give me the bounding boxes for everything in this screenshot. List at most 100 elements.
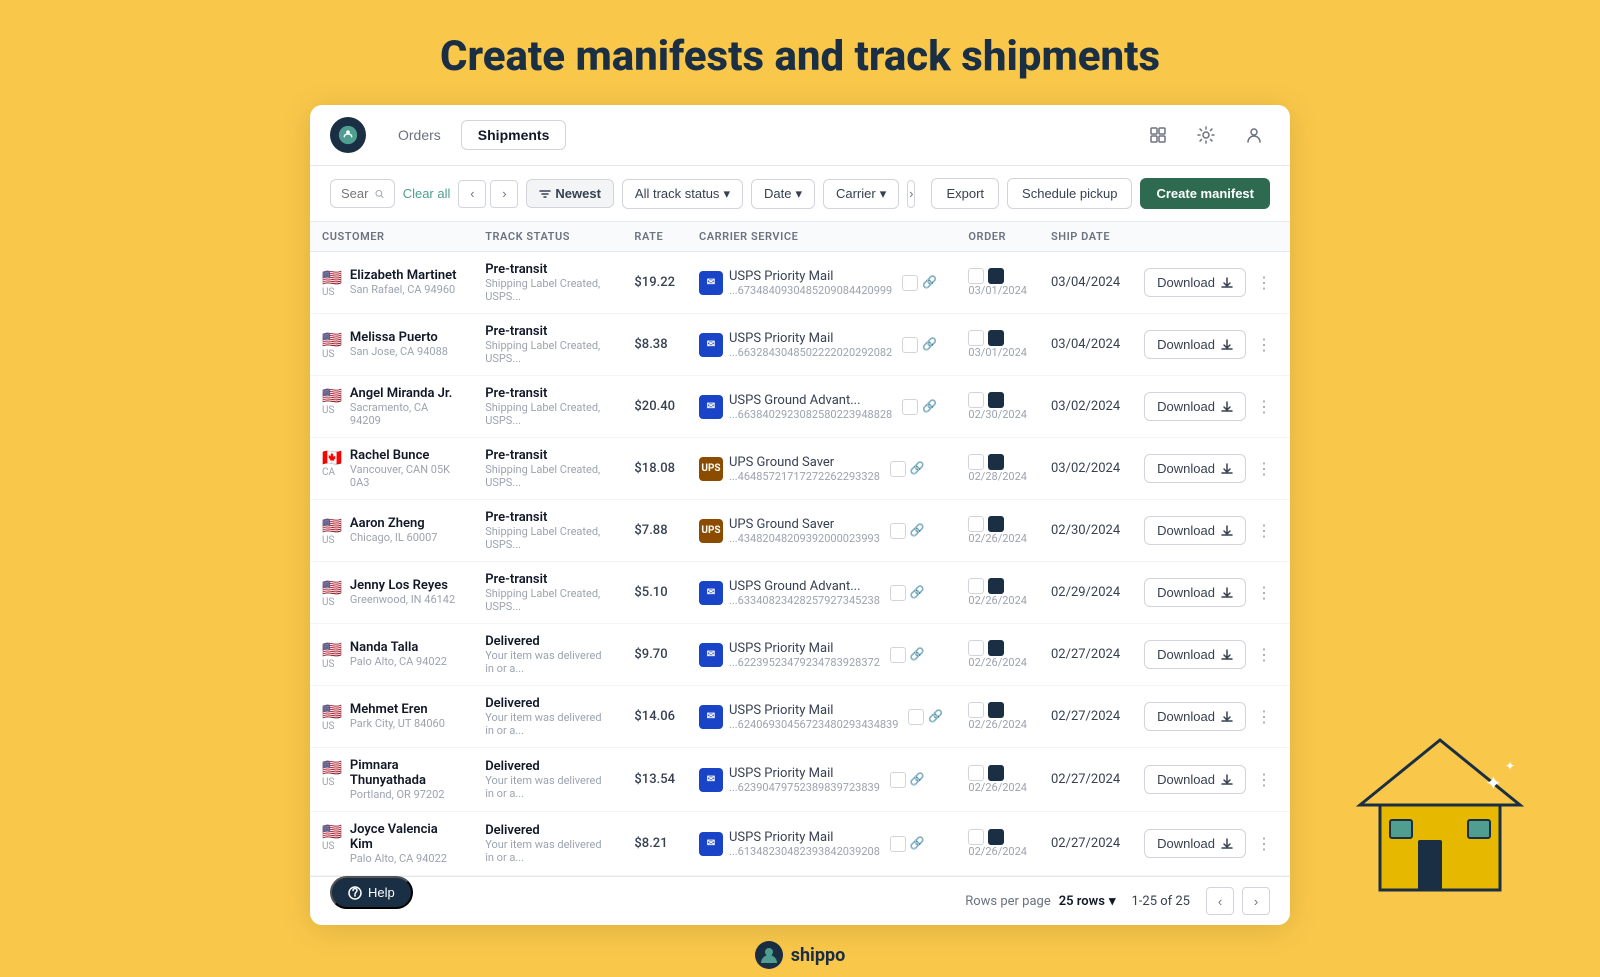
search-input[interactable] <box>341 186 369 201</box>
copy-tracking-icon-2[interactable] <box>902 399 918 415</box>
more-options-button-7[interactable]: ⋮ <box>1250 703 1278 731</box>
track-icon-5[interactable]: 🔗 <box>910 585 926 601</box>
rate-cell-5: $5.10 <box>622 562 687 624</box>
more-options-button-0[interactable]: ⋮ <box>1250 269 1278 297</box>
order-app-icon-6[interactable] <box>988 640 1004 656</box>
order-copy-icon-8[interactable] <box>968 765 984 781</box>
create-manifest-button[interactable]: Create manifest <box>1140 178 1270 209</box>
customer-cell-8: 🇺🇸 US Pimnara Thunyathada Portland, OR 9… <box>310 748 473 812</box>
copy-tracking-icon-7[interactable] <box>908 709 924 725</box>
grid-icon[interactable] <box>1142 119 1174 151</box>
more-options-button-4[interactable]: ⋮ <box>1250 517 1278 545</box>
order-copy-icon-4[interactable] <box>968 516 984 532</box>
order-copy-icon-9[interactable] <box>968 829 984 845</box>
more-options-button-5[interactable]: ⋮ <box>1250 579 1278 607</box>
download-button-7[interactable]: Download <box>1144 702 1246 731</box>
clear-all-button[interactable]: Clear all <box>403 186 451 201</box>
track-icon-1[interactable]: 🔗 <box>922 337 938 353</box>
copy-tracking-icon-4[interactable] <box>890 523 906 539</box>
more-options-button-8[interactable]: ⋮ <box>1250 766 1278 794</box>
more-options-button-2[interactable]: ⋮ <box>1250 393 1278 421</box>
tab-shipments[interactable]: Shipments <box>461 120 567 150</box>
order-copy-icon-1[interactable] <box>968 330 984 346</box>
order-app-icon-4[interactable] <box>988 516 1004 532</box>
user-icon[interactable] <box>1238 119 1270 151</box>
order-copy-icon-2[interactable] <box>968 392 984 408</box>
copy-tracking-icon-6[interactable] <box>890 647 906 663</box>
track-status-filter-button[interactable]: All track status ▾ <box>622 179 743 209</box>
track-icon-9[interactable]: 🔗 <box>910 836 926 852</box>
copy-tracking-icon-8[interactable] <box>890 772 906 788</box>
shipments-table: CUSTOMER TRACK STATUS RATE CARRIER SERVI… <box>310 222 1290 876</box>
track-icon-7[interactable]: 🔗 <box>928 709 944 725</box>
order-app-icon-9[interactable] <box>988 829 1004 845</box>
more-options-button-1[interactable]: ⋮ <box>1250 331 1278 359</box>
export-button[interactable]: Export <box>931 178 999 209</box>
more-options-button-6[interactable]: ⋮ <box>1250 641 1278 669</box>
prev-arrow-button[interactable]: ‹ <box>458 180 486 208</box>
order-app-icon-3[interactable] <box>988 454 1004 470</box>
actions-cell-7: Download ⋮ <box>1132 686 1290 748</box>
order-app-icon-7[interactable] <box>988 702 1004 718</box>
order-copy-icon-0[interactable] <box>968 268 984 284</box>
order-copy-icon-5[interactable] <box>968 578 984 594</box>
order-copy-icon-3[interactable] <box>968 454 984 470</box>
copy-tracking-icon-5[interactable] <box>890 585 906 601</box>
download-button-6[interactable]: Download <box>1144 640 1246 669</box>
download-icon-5 <box>1221 587 1233 599</box>
copy-tracking-icon-1[interactable] <box>902 337 918 353</box>
table-row: 🇺🇸 US Angel Miranda Jr. Sacramento, CA 9… <box>310 376 1290 438</box>
copy-tracking-icon-9[interactable] <box>890 836 906 852</box>
actions-cell-3: Download ⋮ <box>1132 438 1290 500</box>
sort-newest-button[interactable]: Newest <box>526 179 614 208</box>
search-box[interactable] <box>330 179 395 208</box>
more-options-button-9[interactable]: ⋮ <box>1250 830 1278 858</box>
track-icon-0[interactable]: 🔗 <box>922 275 938 291</box>
rate-cell-8: $13.54 <box>622 748 687 812</box>
customer-cell-4: 🇺🇸 US Aaron Zheng Chicago, IL 60007 <box>310 500 473 562</box>
prev-page-button[interactable]: ‹ <box>1206 887 1234 915</box>
customer-cell-2: 🇺🇸 US Angel Miranda Jr. Sacramento, CA 9… <box>310 376 473 438</box>
download-button-9[interactable]: Download <box>1144 829 1246 858</box>
nav-icons <box>1142 119 1270 151</box>
next-page-button[interactable]: › <box>1242 887 1270 915</box>
next-arrow-button[interactable]: › <box>490 180 518 208</box>
rows-per-page-select[interactable]: 25 rows ▾ <box>1059 894 1116 909</box>
order-app-icon-2[interactable] <box>988 392 1004 408</box>
order-app-icon-0[interactable] <box>988 268 1004 284</box>
track-icon-4[interactable]: 🔗 <box>910 523 926 539</box>
carrier-filter-button[interactable]: Carrier ▾ <box>823 179 899 209</box>
track-icon-6[interactable]: 🔗 <box>910 647 926 663</box>
order-app-icon-5[interactable] <box>988 578 1004 594</box>
tab-orders[interactable]: Orders <box>382 120 457 150</box>
order-cell-7: 02/26/2024 <box>956 686 1039 748</box>
copy-tracking-icon-3[interactable] <box>890 461 906 477</box>
download-button-2[interactable]: Download <box>1144 392 1246 421</box>
schedule-pickup-button[interactable]: Schedule pickup <box>1007 178 1132 209</box>
help-button[interactable]: Help <box>330 876 413 909</box>
download-icon-4 <box>1221 525 1233 537</box>
date-filter-button[interactable]: Date ▾ <box>751 179 815 209</box>
download-button-5[interactable]: Download <box>1144 578 1246 607</box>
download-button-8[interactable]: Download <box>1144 765 1246 794</box>
download-button-0[interactable]: Download <box>1144 268 1246 297</box>
help-icon <box>348 886 362 900</box>
order-app-icon-8[interactable] <box>988 765 1004 781</box>
ship-date-cell-7: 02/27/2024 <box>1039 686 1132 748</box>
more-filters-button[interactable]: › <box>907 180 915 208</box>
download-button-4[interactable]: Download <box>1144 516 1246 545</box>
track-icon-8[interactable]: 🔗 <box>910 772 926 788</box>
download-button-1[interactable]: Download <box>1144 330 1246 359</box>
download-button-3[interactable]: Download <box>1144 454 1246 483</box>
customer-cell-6: 🇺🇸 US Nanda Talla Palo Alto, CA 94022 <box>310 624 473 686</box>
order-copy-icon-7[interactable] <box>968 702 984 718</box>
order-copy-icon-6[interactable] <box>968 640 984 656</box>
order-app-icon-1[interactable] <box>988 330 1004 346</box>
settings-icon[interactable] <box>1190 119 1222 151</box>
more-options-button-3[interactable]: ⋮ <box>1250 455 1278 483</box>
order-cell-1: 03/01/2024 <box>956 314 1039 376</box>
copy-tracking-icon-0[interactable] <box>902 275 918 291</box>
track-icon-2[interactable]: 🔗 <box>922 399 938 415</box>
customer-cell-0: 🇺🇸 US Elizabeth Martinet San Rafael, CA … <box>310 252 473 314</box>
track-icon-3[interactable]: 🔗 <box>910 461 926 477</box>
